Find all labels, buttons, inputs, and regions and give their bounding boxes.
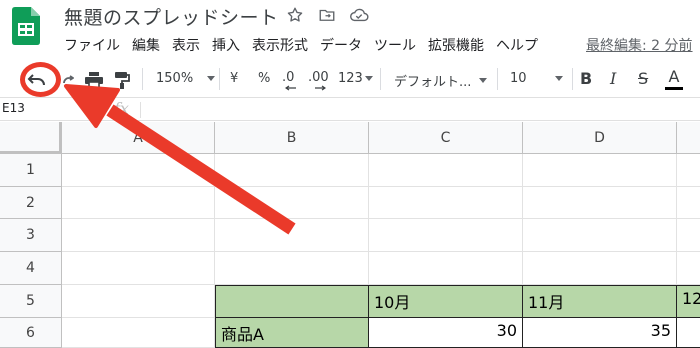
redo-icon[interactable]	[62, 72, 74, 88]
font-size-value: 10	[510, 71, 527, 86]
zoom-select[interactable]: 150%	[156, 71, 216, 86]
strikethrough-button[interactable]: S	[638, 69, 648, 88]
cell-c4[interactable]	[369, 252, 523, 285]
cell-b2[interactable]	[215, 187, 369, 219]
chevron-down-icon	[207, 76, 216, 81]
cell-d6[interactable]: 35	[523, 318, 677, 348]
decrease-decimal-label: .0	[282, 70, 295, 85]
increase-decimal-label: .00	[308, 70, 329, 85]
cell-d3[interactable]	[523, 219, 677, 252]
text-color-swatch	[665, 87, 683, 90]
font-family-value: デフォルト...	[394, 75, 472, 90]
select-all-corner[interactable]	[0, 122, 62, 154]
cell-d5[interactable]: 11月	[523, 285, 677, 318]
chevron-down-icon	[364, 76, 373, 81]
cell-b6[interactable]: 商品A	[215, 318, 369, 348]
more-formats-select[interactable]: 123	[338, 71, 373, 86]
cell-b3[interactable]	[215, 219, 369, 252]
cell-e3[interactable]	[677, 219, 700, 252]
column-header-a[interactable]: A	[62, 122, 215, 154]
cell-e5[interactable]: 12	[677, 285, 700, 318]
cell-c3[interactable]	[369, 219, 523, 252]
cell-a5[interactable]	[62, 285, 215, 318]
row-header-2[interactable]: 2	[0, 187, 62, 219]
menu-view[interactable]: 表示	[172, 35, 200, 55]
cell-c6-text: 30	[496, 321, 517, 340]
menu-bar: ファイル 編集 表示 挿入 表示形式 データ ツール 拡張機能 ヘルプ	[64, 35, 550, 55]
menu-extensions[interactable]: 拡張機能	[428, 35, 484, 55]
cell-d6-text: 35	[650, 321, 671, 340]
cell-b1[interactable]	[215, 154, 369, 187]
cell-c5[interactable]: 10月	[369, 285, 523, 318]
cell-c6[interactable]: 30	[369, 318, 523, 348]
formula-bar: E13 fx	[0, 97, 700, 121]
cell-e6[interactable]	[677, 318, 700, 348]
cell-e4[interactable]	[677, 252, 700, 285]
cell-a6[interactable]	[62, 318, 215, 348]
menu-tools[interactable]: ツール	[374, 35, 416, 55]
text-color-label: A	[668, 67, 680, 86]
cell-b5[interactable]	[215, 285, 369, 318]
document-title[interactable]: 無題のスプレッドシート	[64, 3, 279, 30]
cell-e5-text: 12	[682, 289, 700, 308]
chevron-down-icon	[554, 76, 563, 81]
move-to-folder-icon[interactable]	[316, 4, 338, 26]
decrease-decimal-button[interactable]: .0	[282, 70, 297, 91]
undo-highlight-circle	[20, 62, 61, 97]
chevron-down-icon	[479, 78, 488, 83]
cell-a4[interactable]	[62, 252, 215, 285]
row-header-3[interactable]: 3	[0, 219, 62, 252]
increase-decimal-button[interactable]: .00	[308, 70, 329, 91]
name-box[interactable]: E13	[2, 101, 25, 115]
last-edit-link[interactable]: 最終編集: 2 分前	[586, 35, 693, 55]
cell-d4[interactable]	[523, 252, 677, 285]
row-header-5[interactable]: 5	[0, 285, 62, 318]
cell-c5-text: 10月	[374, 293, 411, 312]
percent-format-button[interactable]: %	[258, 71, 270, 86]
column-header-e[interactable]	[677, 122, 700, 154]
currency-format-button[interactable]: ¥	[230, 71, 238, 86]
cell-b4[interactable]	[215, 252, 369, 285]
column-header-b[interactable]: B	[215, 122, 369, 154]
cell-d5-text: 11月	[528, 293, 565, 312]
font-family-select[interactable]: デフォルト...	[394, 71, 488, 90]
menu-format[interactable]: 表示形式	[252, 35, 308, 55]
menu-insert[interactable]: 挿入	[212, 35, 240, 55]
menu-edit[interactable]: 編集	[132, 35, 160, 55]
star-icon[interactable]	[284, 4, 306, 26]
row-header-4[interactable]: 4	[0, 252, 62, 285]
paint-format-icon[interactable]	[112, 70, 132, 90]
fx-icon: fx	[114, 99, 129, 118]
cell-e2[interactable]	[677, 187, 700, 219]
bold-button[interactable]: B	[580, 69, 592, 88]
cell-c1[interactable]	[369, 154, 523, 187]
column-header-c[interactable]: C	[369, 122, 523, 154]
cell-a2[interactable]	[62, 187, 215, 219]
cell-c2[interactable]	[369, 187, 523, 219]
menu-file[interactable]: ファイル	[64, 35, 120, 55]
italic-button[interactable]: I	[610, 69, 616, 88]
cell-b6-text: 商品A	[221, 325, 264, 344]
spreadsheet-grid: A B C D 1 2 3 4 5 6 10月 11月 12 商品A 30 35	[0, 122, 700, 348]
cell-a1[interactable]	[62, 154, 215, 187]
zoom-value: 150%	[156, 71, 194, 86]
sheets-logo-icon[interactable]	[12, 7, 40, 45]
column-header-d[interactable]: D	[523, 122, 677, 154]
row-header-1[interactable]: 1	[0, 154, 62, 187]
more-formats-label: 123	[338, 71, 363, 86]
print-icon[interactable]	[84, 70, 104, 90]
cell-d2[interactable]	[523, 187, 677, 219]
font-size-select[interactable]: 10	[510, 71, 563, 86]
text-color-button[interactable]: A	[664, 66, 684, 92]
cell-e1[interactable]	[677, 154, 700, 187]
row-header-6[interactable]: 6	[0, 318, 62, 348]
cell-a3[interactable]	[62, 219, 215, 252]
cell-d1[interactable]	[523, 154, 677, 187]
menu-data[interactable]: データ	[320, 35, 362, 55]
menu-help[interactable]: ヘルプ	[496, 35, 538, 55]
cloud-status-icon[interactable]	[348, 4, 370, 26]
